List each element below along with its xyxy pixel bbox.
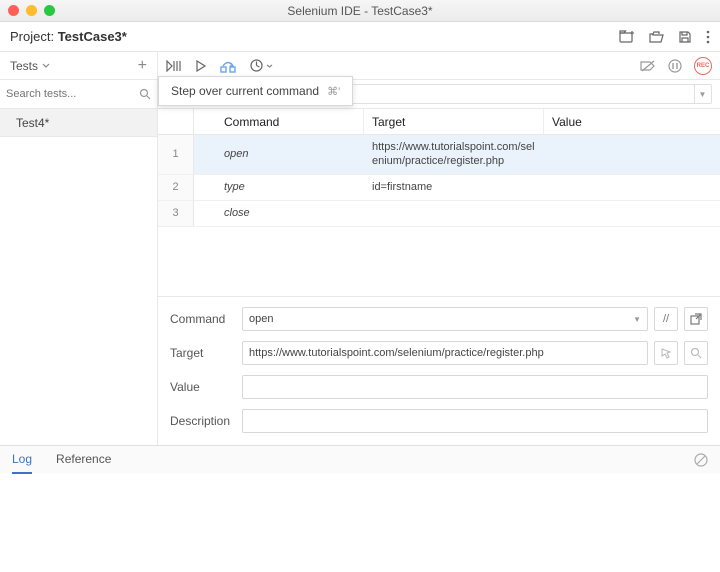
grid-row[interactable]: 1 open https://www.tutorialspoint.com/se… [158, 135, 720, 175]
row-command: close [194, 201, 364, 226]
speed-control-button[interactable] [250, 59, 273, 72]
row-number: 1 [158, 135, 194, 174]
save-project-icon[interactable] [678, 30, 692, 44]
command-select[interactable]: open ▼ [242, 307, 648, 331]
row-command: open [194, 135, 364, 174]
titlebar: Selenium IDE - TestCase3* [0, 0, 720, 22]
select-target-button[interactable] [654, 341, 678, 365]
chevron-down-icon [42, 63, 50, 68]
col-command: Command [194, 109, 364, 134]
command-label: Command [170, 312, 242, 326]
sidebar-header: Tests + [0, 52, 157, 80]
col-target: Target [364, 109, 544, 134]
target-label: Target [170, 346, 242, 360]
row-value [544, 201, 720, 226]
run-current-button[interactable] [196, 60, 206, 72]
find-target-button[interactable] [684, 341, 708, 365]
content-area: Tests + Test4* [0, 52, 720, 445]
chevron-down-icon: ▼ [633, 315, 641, 324]
record-button[interactable]: REC [694, 57, 712, 75]
toggle-comment-button[interactable]: // [654, 307, 678, 331]
new-project-icon[interactable] [619, 30, 635, 44]
log-tab[interactable]: Log [12, 446, 32, 474]
description-label: Description [170, 414, 242, 428]
run-all-button[interactable] [166, 60, 182, 72]
row-target: id=firstname [364, 175, 544, 200]
search-icon [139, 88, 151, 100]
base-url-dropdown[interactable]: ▼ [694, 84, 712, 104]
main-panel: REC Step over current command ⌘' ▼ Comma… [158, 52, 720, 445]
window-title: Selenium IDE - TestCase3* [0, 4, 720, 18]
row-target [364, 201, 544, 226]
target-input[interactable]: https://www.tutorialspoint.com/selenium/… [242, 341, 648, 365]
sidebar: Tests + Test4* [0, 52, 158, 445]
tooltip-shortcut: ⌘' [327, 85, 340, 98]
project-label: Project: TestCase3* [10, 29, 127, 44]
step-over-tooltip: Step over current command ⌘' [158, 76, 353, 106]
more-menu-icon[interactable] [706, 30, 710, 44]
row-command: type [194, 175, 364, 200]
row-number: 3 [158, 201, 194, 226]
footer: Log Reference [0, 445, 720, 473]
grid-row[interactable]: 2 type id=firstname [158, 175, 720, 201]
grid-header: Command Target Value [158, 109, 720, 135]
row-value [544, 135, 720, 174]
open-project-icon[interactable] [649, 30, 664, 44]
project-name: TestCase3* [58, 29, 127, 44]
row-number: 2 [158, 175, 194, 200]
disable-breakpoints-button[interactable] [640, 60, 656, 72]
command-grid: Command Target Value 1 open https://www.… [158, 109, 720, 296]
row-target: https://www.tutorialspoint.com/selenium/… [364, 135, 544, 174]
description-input[interactable] [242, 409, 708, 433]
chevron-down-icon [266, 64, 273, 68]
add-test-button[interactable]: + [138, 57, 147, 75]
test-list-item[interactable]: Test4* [0, 109, 157, 137]
grid-row[interactable]: 3 close [158, 201, 720, 227]
command-editor: Command open ▼ // Target https://www.tut… [158, 296, 720, 445]
value-label: Value [170, 380, 242, 394]
clear-log-icon[interactable] [694, 453, 708, 467]
col-value: Value [544, 109, 720, 134]
project-bar: Project: TestCase3* [0, 22, 720, 52]
pause-on-exception-button[interactable] [668, 59, 682, 73]
tests-dropdown[interactable]: Tests [10, 59, 50, 73]
sidebar-search [0, 80, 157, 109]
search-tests-input[interactable] [6, 88, 135, 100]
open-new-window-button[interactable] [684, 307, 708, 331]
step-over-button[interactable] [220, 59, 236, 73]
value-input[interactable] [242, 375, 708, 399]
reference-tab[interactable]: Reference [56, 446, 111, 473]
row-value [544, 175, 720, 200]
